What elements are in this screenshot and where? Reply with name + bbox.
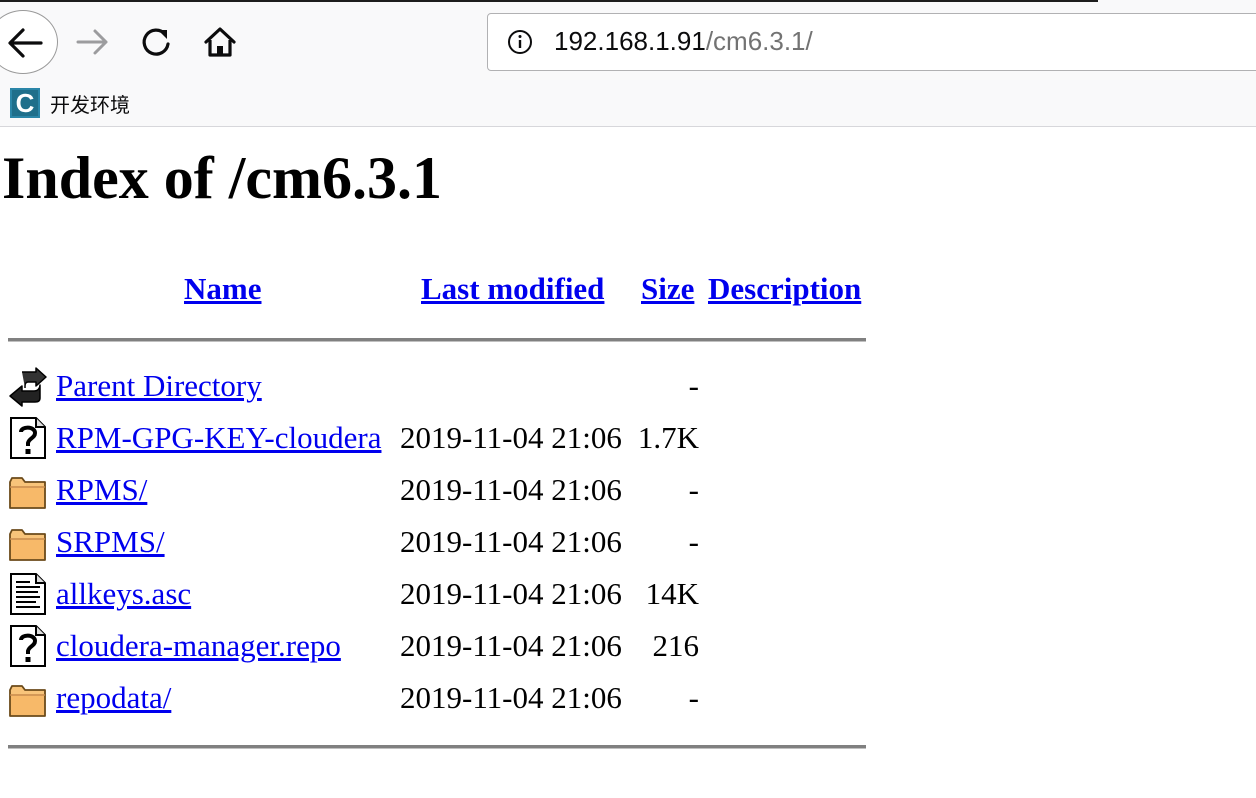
bookmark-item[interactable]: C 开发环境 xyxy=(10,87,130,119)
unknown-file-icon xyxy=(10,625,46,667)
table-row: repodata/ 2019-11-04 21:06 - xyxy=(0,672,900,724)
url-path: /cm6.3.1/ xyxy=(705,26,813,56)
url-text[interactable]: 192.168.1.91/cm6.3.1/ xyxy=(554,26,813,57)
file-date: 2019-11-04 21:06 xyxy=(400,420,622,455)
column-header-name[interactable]: Name xyxy=(184,270,261,308)
file-link[interactable]: repodata/ xyxy=(56,680,171,716)
unknown-file-icon xyxy=(10,417,46,459)
forward-button[interactable] xyxy=(72,22,112,62)
table-row: SRPMS/ 2019-11-04 21:06 - xyxy=(0,516,900,568)
column-header-last-modified[interactable]: Last modified xyxy=(421,270,604,308)
file-link[interactable]: Parent Directory xyxy=(56,368,262,404)
window-edge xyxy=(0,0,1098,2)
file-date: 2019-11-04 21:06 xyxy=(400,576,622,611)
file-size: 14K xyxy=(645,576,699,611)
url-bar[interactable]: 192.168.1.91/cm6.3.1/ xyxy=(487,13,1256,71)
header-divider xyxy=(8,338,866,342)
table-row: Parent Directory - xyxy=(0,360,900,412)
table-row: allkeys.asc 2019-11-04 21:06 14K xyxy=(0,568,900,620)
file-size: 216 xyxy=(652,628,700,663)
file-size: 1.7K xyxy=(637,420,699,455)
browser-toolbar: 192.168.1.91/cm6.3.1/ xyxy=(0,0,1256,86)
reload-button[interactable] xyxy=(136,22,176,62)
table-row: RPM-GPG-KEY-cloudera 2019-11-04 21:06 1.… xyxy=(0,412,900,464)
back-button[interactable] xyxy=(0,10,58,74)
page-title: Index of /cm6.3.1 xyxy=(2,145,442,211)
file-link[interactable]: allkeys.asc xyxy=(56,576,191,612)
text-file-icon xyxy=(10,573,46,615)
bookmark-favicon-icon: C xyxy=(10,88,40,118)
bookmark-label: 开发环境 xyxy=(50,92,130,117)
column-header-description[interactable]: Description xyxy=(708,270,861,308)
folder-icon xyxy=(9,529,46,561)
file-size: - xyxy=(688,524,699,559)
footer-divider xyxy=(8,745,866,749)
file-size: - xyxy=(688,680,699,715)
file-link[interactable]: cloudera-manager.repo xyxy=(56,628,341,664)
file-date: 2019-11-04 21:06 xyxy=(400,680,622,715)
file-link[interactable]: RPM-GPG-KEY-cloudera xyxy=(56,420,381,456)
home-button[interactable] xyxy=(200,22,240,62)
file-size: - xyxy=(688,472,699,507)
url-host: 192.168.1.91 xyxy=(554,26,706,56)
file-link[interactable]: SRPMS/ xyxy=(56,524,165,560)
file-date: 2019-11-04 21:06 xyxy=(400,472,622,507)
file-date: 2019-11-04 21:06 xyxy=(400,628,622,663)
folder-icon xyxy=(9,477,46,509)
table-row: RPMS/ 2019-11-04 21:06 - xyxy=(0,464,900,516)
folder-icon xyxy=(9,685,46,717)
column-header-size[interactable]: Size xyxy=(641,270,694,308)
site-info-icon[interactable] xyxy=(506,28,534,56)
back-arrow-icon xyxy=(9,367,47,407)
file-date: 2019-11-04 21:06 xyxy=(400,524,622,559)
table-row: cloudera-manager.repo 2019-11-04 21:06 2… xyxy=(0,620,900,672)
back-arrow-icon xyxy=(8,28,43,58)
file-size: - xyxy=(688,368,699,403)
file-link[interactable]: RPMS/ xyxy=(56,472,147,508)
bookmarks-bar: C 开发环境 xyxy=(0,86,1256,127)
